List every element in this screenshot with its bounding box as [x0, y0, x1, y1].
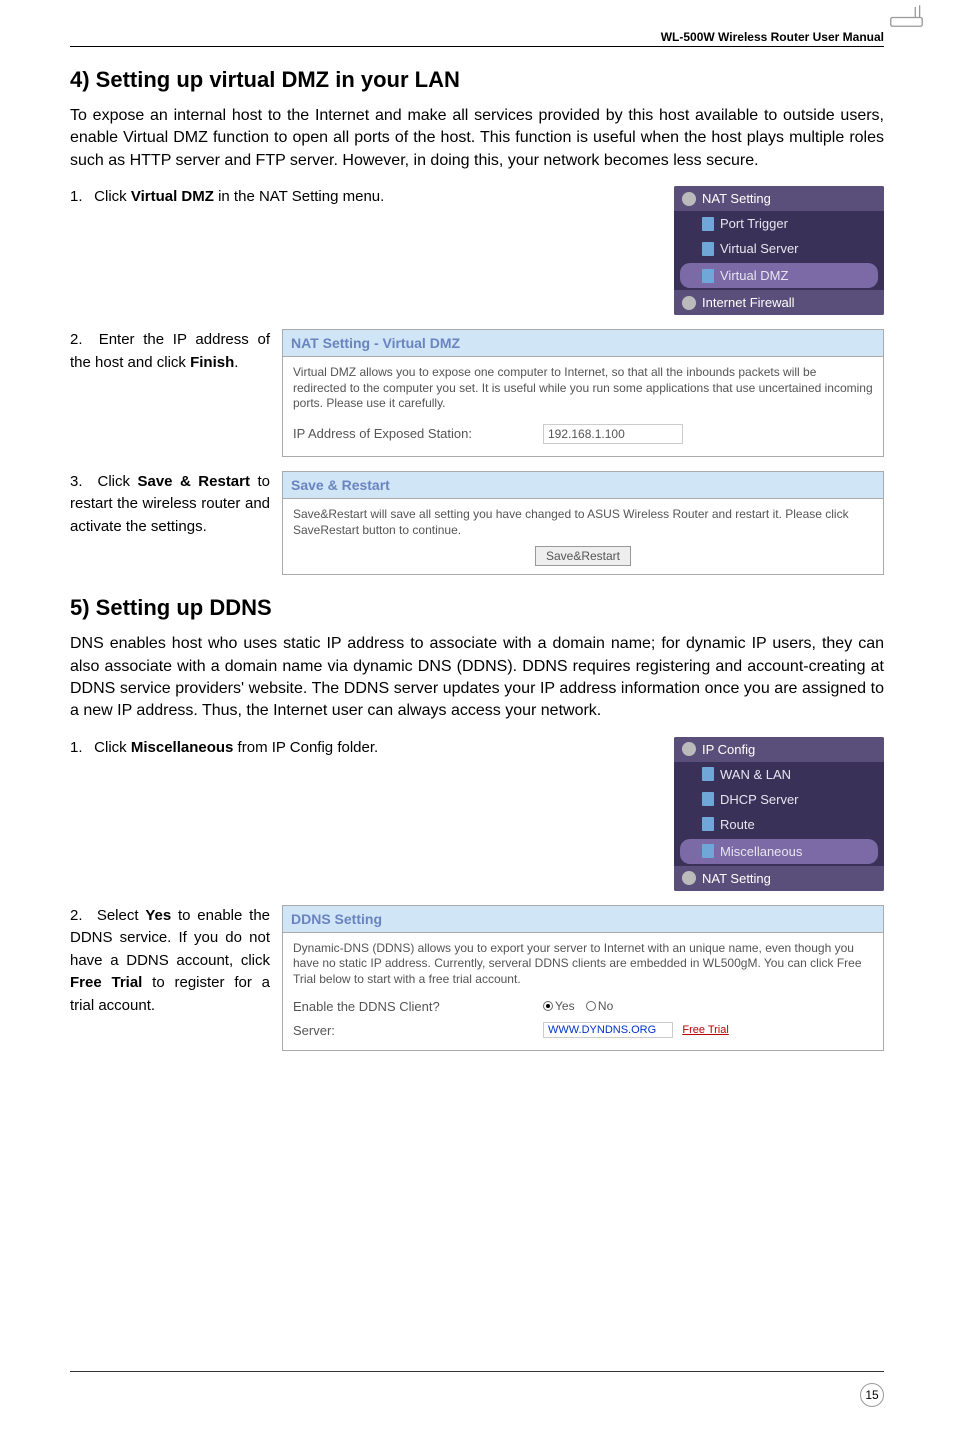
step-text: Enter the IP address of the host and cli…	[70, 331, 270, 371]
step-text: Click	[97, 473, 137, 490]
step-text: Select	[97, 907, 146, 924]
step-number: 3.	[70, 471, 90, 494]
step-number: 2.	[70, 329, 90, 352]
doc-icon	[702, 242, 714, 256]
nav-item-route[interactable]: Route	[674, 812, 884, 837]
step-bold: Free Trial	[70, 974, 142, 991]
nav-header-internet-firewall[interactable]: Internet Firewall	[674, 290, 884, 315]
step-bold: Finish	[190, 354, 234, 371]
header-title: WL-500W Wireless Router User Manual	[70, 30, 884, 44]
step-bold: Miscellaneous	[131, 739, 234, 756]
nav-header-nat-setting[interactable]: NAT Setting	[674, 186, 884, 211]
radio-dot-icon	[543, 1001, 553, 1011]
nav-header-nat-setting[interactable]: NAT Setting	[674, 866, 884, 891]
panel-nat-virtual-dmz: NAT Setting - Virtual DMZ Virtual DMZ al…	[282, 329, 884, 457]
nav-item-virtual-server[interactable]: Virtual Server	[674, 236, 884, 261]
step-number: 1.	[70, 186, 90, 209]
nav-header-ip-config[interactable]: IP Config	[674, 737, 884, 762]
free-trial-link[interactable]: Free Trial	[682, 1024, 728, 1036]
section5-heading: 5) Setting up DDNS	[70, 595, 884, 621]
radio-dot-icon	[586, 1001, 596, 1011]
gear-icon	[682, 871, 696, 885]
step-bold: Yes	[145, 907, 171, 924]
panel-title: NAT Setting - Virtual DMZ	[283, 330, 883, 357]
footer-divider	[70, 1371, 884, 1372]
server-select[interactable]: WWW.DYNDNS.ORG	[543, 1022, 673, 1038]
doc-icon	[702, 844, 714, 858]
panel-ddns-setting: DDNS Setting Dynamic-DNS (DDNS) allows y…	[282, 905, 884, 1052]
doc-icon	[702, 269, 714, 283]
step-bold: Save & Restart	[137, 473, 250, 490]
nav-item-port-trigger[interactable]: Port Trigger	[674, 211, 884, 236]
gear-icon	[682, 192, 696, 206]
step-text: Click	[94, 739, 131, 756]
doc-icon	[702, 217, 714, 231]
step-text: .	[234, 354, 238, 371]
section4-intro: To expose an internal host to the Intern…	[70, 105, 884, 172]
nav-item-wan-lan[interactable]: WAN & LAN	[674, 762, 884, 787]
doc-icon	[702, 792, 714, 806]
doc-icon	[702, 817, 714, 831]
field-label-ip-address: IP Address of Exposed Station:	[293, 426, 533, 441]
section5-intro: DNS enables host who uses static IP addr…	[70, 633, 884, 723]
panel-title: Save & Restart	[283, 472, 883, 499]
panel-description: Virtual DMZ allows you to expose one com…	[293, 365, 873, 412]
save-restart-button[interactable]: Save&Restart	[535, 546, 631, 566]
panel-title: DDNS Setting	[283, 906, 883, 933]
step-bold: Virtual DMZ	[131, 188, 214, 205]
panel-save-restart: Save & Restart Save&Restart will save al…	[282, 471, 884, 575]
doc-icon	[702, 767, 714, 781]
step-text: from IP Config folder.	[233, 739, 378, 756]
step-text: in the NAT Setting menu.	[214, 188, 384, 205]
step-number: 2.	[70, 905, 90, 928]
gear-icon	[682, 296, 696, 310]
field-label-server: Server:	[293, 1023, 533, 1038]
panel-description: Dynamic-DNS (DDNS) allows you to export …	[293, 941, 873, 988]
radio-yes[interactable]: Yes	[543, 999, 575, 1013]
nav-item-dhcp-server[interactable]: DHCP Server	[674, 787, 884, 812]
gear-icon	[682, 742, 696, 756]
step-number: 1.	[70, 737, 90, 760]
field-label-enable-ddns: Enable the DDNS Client?	[293, 999, 533, 1014]
section4-heading: 4) Setting up virtual DMZ in your LAN	[70, 67, 884, 93]
page-number: 15	[860, 1383, 884, 1407]
panel-description: Save&Restart will save all setting you h…	[293, 507, 873, 538]
radio-no[interactable]: No	[586, 999, 613, 1013]
router-icon	[889, 5, 924, 30]
nav-item-virtual-dmz[interactable]: Virtual DMZ	[680, 263, 878, 288]
nav-item-miscellaneous[interactable]: Miscellaneous	[680, 839, 878, 864]
step-text: Click	[94, 188, 131, 205]
field-value-ip-address[interactable]: 192.168.1.100	[543, 424, 683, 444]
